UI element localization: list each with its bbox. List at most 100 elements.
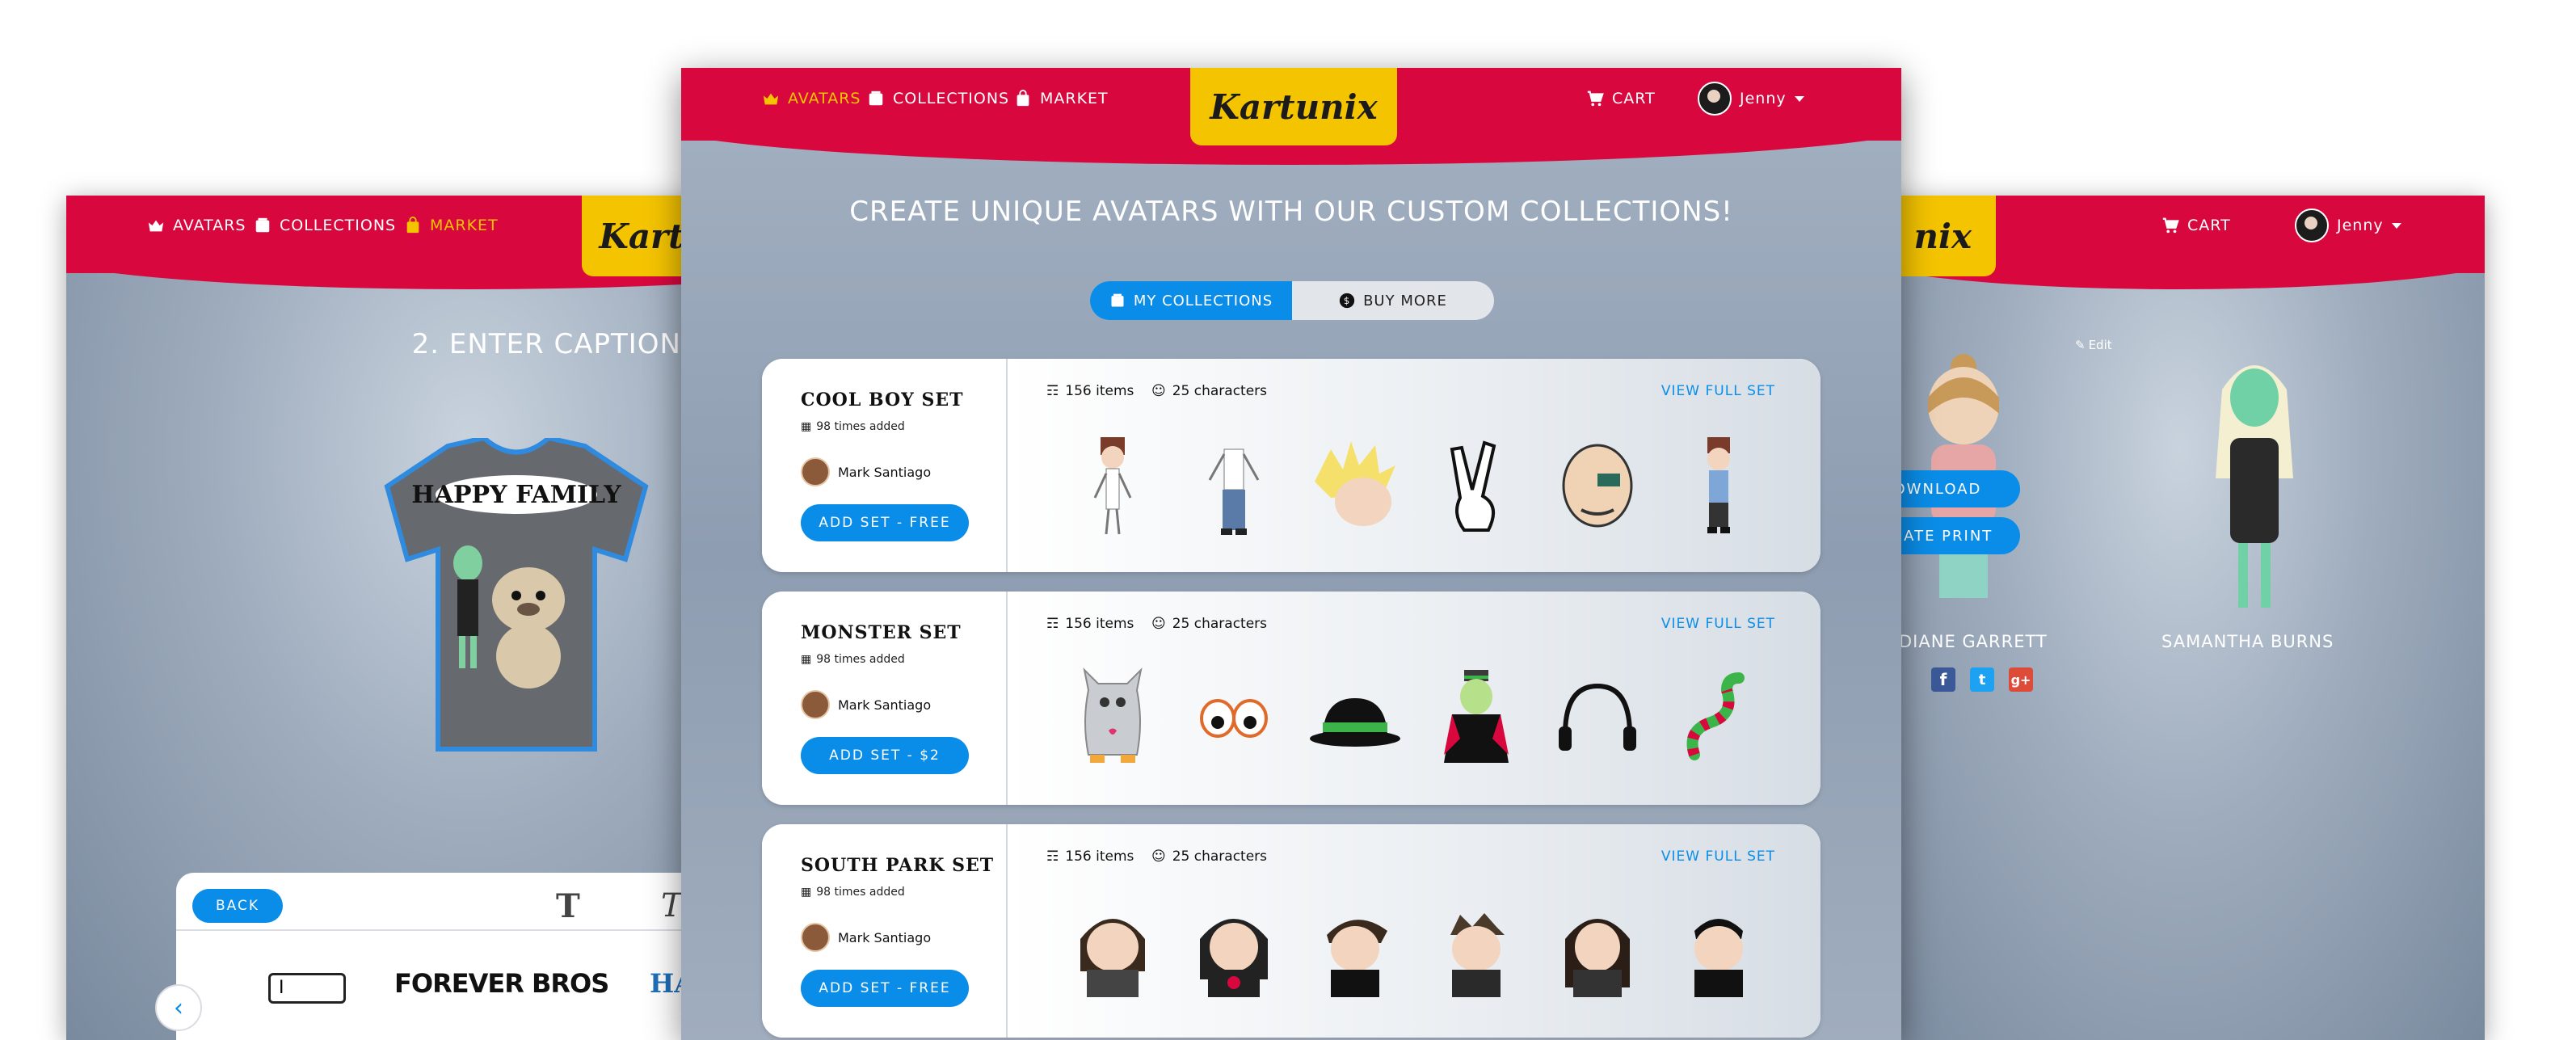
view-full-set-link[interactable]: VIEW FULL SET bbox=[1661, 383, 1775, 399]
view-full-set-link[interactable]: VIEW FULL SET bbox=[1661, 848, 1775, 865]
sp-character-3[interactable] bbox=[1307, 899, 1404, 1004]
twitter-icon[interactable]: t bbox=[1970, 667, 1994, 692]
set-preview: ☶ 156 items ☺ 25 characters VIEW FULL SET bbox=[1008, 359, 1820, 572]
gray-monster-item[interactable] bbox=[1064, 666, 1161, 771]
added-label: 98 times added bbox=[816, 420, 905, 433]
cart-icon bbox=[2162, 217, 2179, 234]
back-button[interactable]: BACK bbox=[192, 889, 283, 923]
set-info: MONSTER SET ▦ 98 times added Mark Santiag… bbox=[762, 592, 1008, 805]
author-avatar bbox=[801, 690, 830, 719]
collections-icon: ▦ bbox=[801, 420, 812, 433]
add-set-button[interactable]: ADD SET - FREE bbox=[801, 970, 969, 1007]
items-label: 156 items bbox=[1065, 383, 1134, 399]
samantha-avatar-figure[interactable] bbox=[2198, 349, 2311, 616]
view-full-set-link[interactable]: VIEW FULL SET bbox=[1661, 616, 1775, 632]
page-headline: CREATE UNIQUE AVATARS WITH OUR CUSTOM CO… bbox=[849, 196, 1733, 228]
items-icon: ☶ bbox=[1046, 616, 1059, 632]
right-app-window: nix CART Jenny ✎ Edit DOWNLOAD CREATE PRI… bbox=[1875, 196, 2485, 1040]
nav-collections-label: COLLECTIONS bbox=[280, 217, 397, 234]
sp-character-4[interactable] bbox=[1428, 899, 1525, 1004]
tab-my-collections[interactable]: MY COLLECTIONS bbox=[1090, 281, 1292, 320]
user-menu-right[interactable]: Jenny bbox=[2295, 196, 2401, 255]
set-added-count: ▦ 98 times added bbox=[801, 653, 905, 666]
tshirt-preview[interactable]: HAPPY FAMILY bbox=[383, 438, 650, 753]
items-count: ☶ 156 items bbox=[1046, 383, 1134, 399]
items-label: 156 items bbox=[1065, 616, 1134, 632]
text-style-italic-icon[interactable]: T bbox=[661, 887, 683, 924]
items-icon: ☶ bbox=[1046, 848, 1059, 865]
set-preview: ☶ 156 items ☺ 25 characters VIEW FULL SET bbox=[1008, 824, 1820, 1038]
user-name: Jenny bbox=[2337, 217, 2384, 234]
set-author[interactable]: Mark Santiago bbox=[801, 457, 931, 486]
edit-link[interactable]: ✎ Edit bbox=[2075, 338, 2112, 352]
sp-character-1[interactable] bbox=[1064, 899, 1161, 1004]
collection-toggle: MY COLLECTIONS $ BUY MORE bbox=[1090, 281, 1494, 320]
nav-cart[interactable]: CART bbox=[1586, 68, 1656, 129]
cart-icon bbox=[1587, 91, 1604, 107]
cap-boy-item[interactable] bbox=[1670, 433, 1767, 538]
collections-icon bbox=[255, 217, 270, 233]
vampire-monster-item[interactable] bbox=[1428, 666, 1525, 771]
added-label: 98 times added bbox=[816, 886, 905, 899]
set-info: COOL BOY SET ▦ 98 times added Mark Santia… bbox=[762, 359, 1008, 572]
nav-collections-center[interactable]: COLLECTIONS bbox=[867, 68, 1009, 129]
set-preview: ☶ 156 items ☺ 25 characters VIEW FULL SET bbox=[1008, 592, 1820, 805]
right-logo-text: nix bbox=[1913, 216, 1972, 256]
set-card-cool-boy: COOL BOY SET ▦ 98 times added Mark Santia… bbox=[762, 359, 1820, 572]
svg-text:$: $ bbox=[1344, 295, 1350, 306]
avatar bbox=[1698, 82, 1732, 116]
shopping-bag-icon bbox=[1017, 90, 1029, 107]
set-author[interactable]: Mark Santiago bbox=[801, 690, 931, 719]
items-count: ☶ 156 items bbox=[1046, 616, 1134, 632]
set-info: SOUTH PARK SET ▦ 98 times added Mark Sant… bbox=[762, 824, 1008, 1038]
bowler-hat-item[interactable] bbox=[1307, 666, 1404, 771]
text-style-icon[interactable]: T bbox=[556, 887, 580, 925]
chevron-left-icon[interactable]: ‹ bbox=[155, 984, 202, 1031]
nav-collections[interactable]: COLLECTIONS bbox=[254, 196, 396, 255]
nav-market[interactable]: MARKET bbox=[404, 196, 499, 255]
center-logo[interactable]: Kartunix bbox=[1190, 68, 1397, 145]
characters-label: 25 characters bbox=[1172, 848, 1268, 865]
face-icon: ☺ bbox=[1151, 383, 1166, 399]
author-name: Mark Santiago bbox=[838, 929, 932, 945]
nav-avatars-center[interactable]: AVATARS bbox=[762, 68, 861, 129]
collections-icon: ▦ bbox=[801, 886, 812, 899]
nav-cart-label: CART bbox=[2187, 217, 2231, 234]
set-added-count: ▦ 98 times added bbox=[801, 420, 905, 433]
user-name: Jenny bbox=[1740, 90, 1787, 107]
nav-market-label: MARKET bbox=[1040, 90, 1109, 107]
worm-monster-item[interactable] bbox=[1670, 666, 1767, 771]
monster-eyes-item[interactable] bbox=[1185, 666, 1282, 771]
set-card-south-park: SOUTH PARK SET ▦ 98 times added Mark Sant… bbox=[762, 824, 1820, 1038]
author-name: Mark Santiago bbox=[838, 697, 932, 713]
sp-character-6[interactable] bbox=[1670, 899, 1767, 1004]
nav-avatars[interactable]: AVATARS bbox=[147, 196, 246, 255]
tab-buy-more[interactable]: $ BUY MORE bbox=[1292, 281, 1494, 320]
add-set-button[interactable]: ADD SET - $2 bbox=[801, 737, 969, 774]
caption-text-field[interactable]: I bbox=[268, 973, 346, 1004]
nav-market-center[interactable]: MARKET bbox=[1014, 68, 1109, 129]
bald-face-item[interactable] bbox=[1549, 433, 1646, 538]
character-name-2: SAMANTHA BURNS bbox=[2161, 632, 2334, 651]
google-plus-icon[interactable]: g+ bbox=[2009, 667, 2033, 692]
face-icon: ☺ bbox=[1151, 616, 1166, 632]
author-avatar bbox=[801, 457, 830, 486]
author-avatar bbox=[801, 923, 830, 952]
facebook-icon[interactable]: f bbox=[1931, 667, 1955, 692]
set-title: COOL BOY SET bbox=[801, 389, 964, 411]
blond-hair-item[interactable] bbox=[1307, 433, 1404, 538]
items-count: ☶ 156 items bbox=[1046, 848, 1134, 865]
peace-hand-item[interactable] bbox=[1428, 433, 1525, 538]
sp-character-2[interactable] bbox=[1185, 899, 1282, 1004]
headphones-item[interactable] bbox=[1549, 666, 1646, 771]
nav-cart-right[interactable]: CART bbox=[2161, 196, 2231, 255]
skeleton-boy-item[interactable] bbox=[1064, 433, 1161, 538]
jeans-outfit-item[interactable] bbox=[1185, 433, 1282, 538]
user-menu[interactable]: Jenny bbox=[1698, 68, 1804, 129]
characters-label: 25 characters bbox=[1172, 616, 1268, 632]
set-author[interactable]: Mark Santiago bbox=[801, 923, 931, 952]
sp-character-5[interactable] bbox=[1549, 899, 1646, 1004]
characters-count: ☺ 25 characters bbox=[1151, 616, 1267, 632]
add-set-button[interactable]: ADD SET - FREE bbox=[801, 504, 969, 541]
font-sample-forever-bros[interactable]: FOREVER BROS bbox=[394, 968, 609, 999]
